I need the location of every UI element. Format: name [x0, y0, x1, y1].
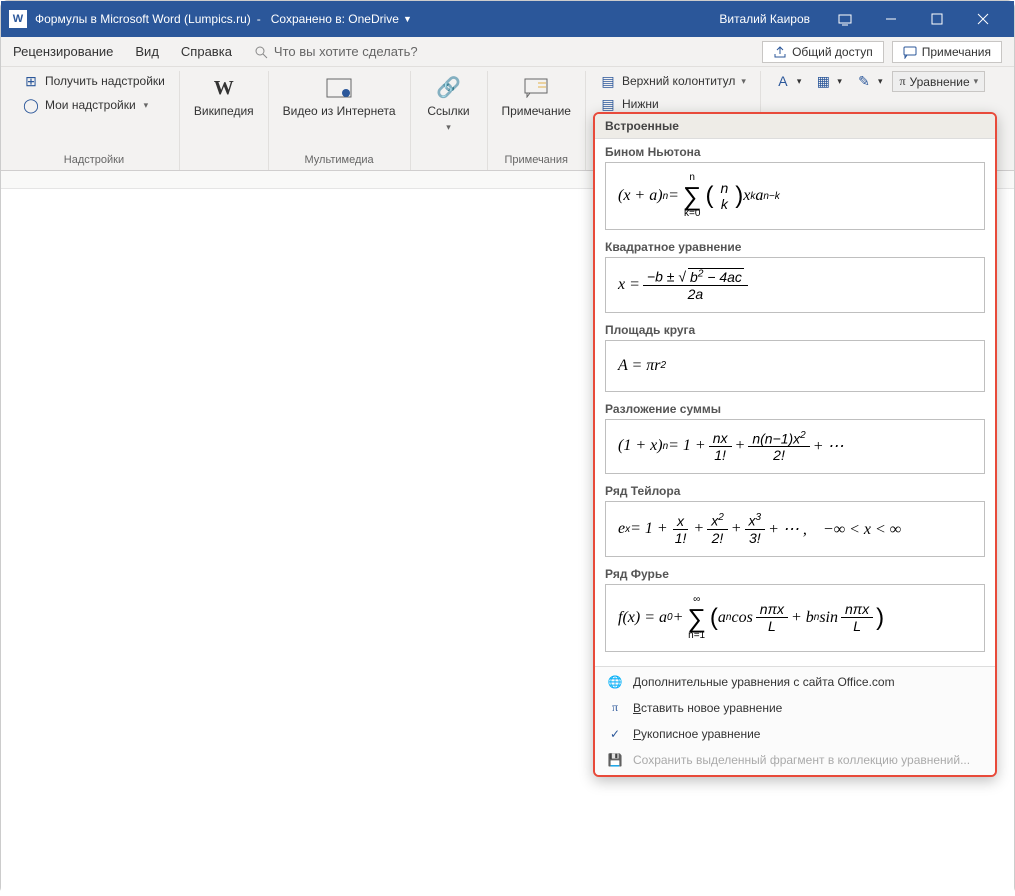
globe-icon: 🌐: [607, 674, 623, 690]
ink-icon: ✓: [607, 726, 623, 742]
comment-icon: [522, 74, 550, 102]
ink-equation[interactable]: ✓ Рукописное уравнение: [595, 721, 995, 747]
close-icon[interactable]: [960, 1, 1006, 37]
word-icon: W: [9, 10, 27, 28]
search-icon: [254, 45, 268, 59]
save-location[interactable]: Сохранено в: OneDrive ▼: [271, 12, 412, 26]
pi-icon: π: [607, 700, 623, 716]
get-addins-button[interactable]: ⊞Получить надстройки: [19, 71, 169, 91]
header-button[interactable]: ▤Верхний колонтитул▾: [596, 71, 750, 91]
parts-icon: ▦: [815, 73, 831, 89]
wikipedia-button[interactable]: W Википедия: [190, 71, 258, 122]
online-video-button[interactable]: Видео из Интернета: [279, 71, 400, 122]
document-title: Формулы в Microsoft Word (Lumpics.ru): [35, 12, 251, 26]
ribbon-tabs: Рецензирование Вид Справка Что вы хотите…: [1, 37, 1014, 67]
eq-binomial[interactable]: (x + a)n = n∑k=0 (nk) xkan−k: [605, 162, 985, 230]
textbox-button[interactable]: A▾: [771, 71, 806, 91]
share-icon: [773, 45, 787, 59]
save-icon: 💾: [607, 752, 623, 768]
group-addins-label: Надстройки: [64, 152, 124, 170]
store-icon: ⊞: [23, 73, 39, 89]
signature-icon: ✎: [856, 73, 872, 89]
eq-title-circle: Площадь круга: [605, 323, 985, 337]
tell-me-search[interactable]: Что вы хотите сделать?: [254, 44, 418, 59]
eq-title-binomial: Бином Ньютона: [605, 145, 985, 159]
links-button[interactable]: 🔗 Ссылки▾: [421, 71, 477, 135]
header-icon: ▤: [600, 73, 616, 89]
maximize-icon[interactable]: [914, 1, 960, 37]
pi-icon: π: [899, 74, 905, 89]
eq-title-taylor: Ряд Тейлора: [605, 484, 985, 498]
my-addins-button[interactable]: ◯Мои надстройки▾: [19, 95, 169, 115]
tab-review[interactable]: Рецензирование: [13, 44, 113, 59]
quickparts-button[interactable]: ▦▾: [811, 71, 846, 91]
tab-view[interactable]: Вид: [135, 44, 159, 59]
gallery-header: Встроенные: [595, 114, 995, 139]
minimize-icon[interactable]: [868, 1, 914, 37]
wikipedia-icon: W: [210, 74, 238, 102]
footer-icon: ▤: [600, 96, 616, 112]
equation-gallery: Встроенные Бином Ньютона (x + a)n = n∑k=…: [593, 112, 997, 777]
user-name[interactable]: Виталий Каиров: [719, 12, 810, 26]
signature-button[interactable]: ✎▾: [852, 71, 887, 91]
comment-icon: [903, 45, 917, 59]
video-icon: [325, 74, 353, 102]
footer-button[interactable]: ▤Нижни: [596, 94, 750, 114]
insert-new-equation[interactable]: π Вставить новое уравнение: [595, 695, 995, 721]
gallery-footer: 🌐 Дополнительные уравнения с сайта Offic…: [595, 666, 995, 775]
eq-title-quadratic: Квадратное уравнение: [605, 240, 985, 254]
ribbon-display-icon[interactable]: [822, 1, 868, 37]
eq-fourier[interactable]: f(x) = a0 + ∞∑n=1 (an cosnπxL + bn sinnπ…: [605, 584, 985, 652]
addins-icon: ◯: [23, 97, 39, 113]
eq-taylor[interactable]: ex = 1 + x1! + x22! + x33! + ⋯ , −∞ < x …: [605, 501, 985, 557]
link-icon: 🔗: [435, 74, 463, 102]
comments-button[interactable]: Примечания: [892, 41, 1002, 63]
chevron-down-icon: ▾: [974, 76, 979, 87]
eq-title-expansion: Разложение суммы: [605, 402, 985, 416]
comment-button[interactable]: Примечание: [498, 71, 575, 122]
equation-button[interactable]: π Уравнение ▾: [892, 71, 985, 92]
eq-circle-area[interactable]: A = πr2: [605, 340, 985, 392]
share-button[interactable]: Общий доступ: [762, 41, 884, 63]
titlebar: W Формулы в Microsoft Word (Lumpics.ru) …: [1, 1, 1014, 37]
eq-sum-expansion[interactable]: (1 + x)n = 1 + nx1! + n(n−1)x22! + ⋯: [605, 419, 985, 475]
tab-help[interactable]: Справка: [181, 44, 232, 59]
eq-quadratic[interactable]: x = −b ± √b2 − 4ac2a: [605, 257, 985, 313]
eq-title-fourier: Ряд Фурье: [605, 567, 985, 581]
save-to-gallery: 💾 Сохранить выделенный фрагмент в коллек…: [595, 747, 995, 773]
textbox-icon: A: [775, 73, 791, 89]
more-equations-office[interactable]: 🌐 Дополнительные уравнения с сайта Offic…: [595, 669, 995, 695]
